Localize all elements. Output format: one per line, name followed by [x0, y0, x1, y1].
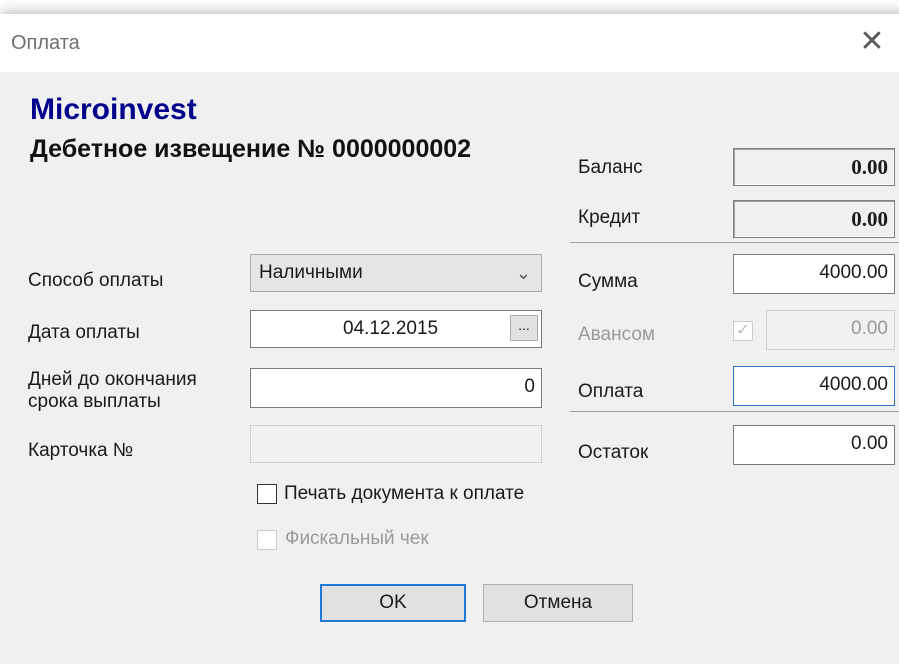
close-button[interactable]: ✕ — [852, 22, 892, 62]
credit-label: Кредит — [578, 207, 641, 228]
payment-method-select[interactable]: Наличными ⌄ — [250, 254, 542, 292]
payment-date-label: Дата оплаты — [28, 322, 140, 343]
payment-date-field[interactable]: 04.12.2015 ... — [250, 310, 542, 348]
brand-name: Microinvest — [30, 93, 197, 126]
remainder-input[interactable]: 0.00 — [733, 425, 895, 465]
print-document-label[interactable]: Печать документа к оплате — [284, 483, 524, 505]
card-number-label: Карточка № — [28, 440, 134, 461]
advance-label: Авансом — [578, 324, 655, 345]
separator — [570, 411, 899, 412]
print-document-checkbox[interactable] — [257, 484, 277, 504]
document-title: Дебетное извещение № 0000000002 — [30, 135, 472, 163]
payment-method-value: Наличными — [259, 262, 363, 283]
credit-value: 0.00 — [733, 200, 895, 238]
advance-checkbox[interactable]: ✓ — [733, 321, 753, 341]
ok-button[interactable]: OK — [320, 584, 466, 622]
separator — [570, 242, 899, 243]
balance-value: 0.00 — [733, 148, 895, 186]
date-picker-button[interactable]: ... — [510, 315, 538, 341]
days-until-due-input[interactable]: 0 — [250, 368, 542, 408]
payment-method-label: Способ оплаты — [28, 270, 164, 291]
payment-input[interactable]: 4000.00 — [733, 366, 895, 406]
payment-date-value: 04.12.2015 — [343, 318, 439, 339]
amount-input[interactable]: 4000.00 — [733, 254, 895, 294]
title-bar: Оплата ✕ — [0, 14, 899, 72]
close-icon: ✕ — [859, 24, 885, 59]
check-icon: ✓ — [736, 322, 750, 339]
balance-label: Баланс — [578, 157, 643, 178]
remainder-label: Остаток — [578, 442, 649, 463]
payment-dialog: Оплата ✕ Microinvest Дебетное извещение … — [0, 14, 899, 664]
fiscal-receipt-checkbox[interactable] — [257, 530, 277, 550]
cancel-button[interactable]: Отмена — [483, 584, 633, 622]
days-until-due-label: Дней до окончания срока выплаты — [28, 369, 197, 412]
window-title: Оплата — [11, 32, 80, 54]
fiscal-receipt-label[interactable]: Фискальный чек — [285, 528, 429, 550]
amount-label: Сумма — [578, 271, 638, 292]
card-number-input[interactable] — [250, 425, 542, 463]
chevron-down-icon: ⌄ — [515, 263, 531, 283]
payment-label: Оплата — [578, 381, 644, 402]
advance-input[interactable]: 0.00 — [766, 310, 895, 350]
